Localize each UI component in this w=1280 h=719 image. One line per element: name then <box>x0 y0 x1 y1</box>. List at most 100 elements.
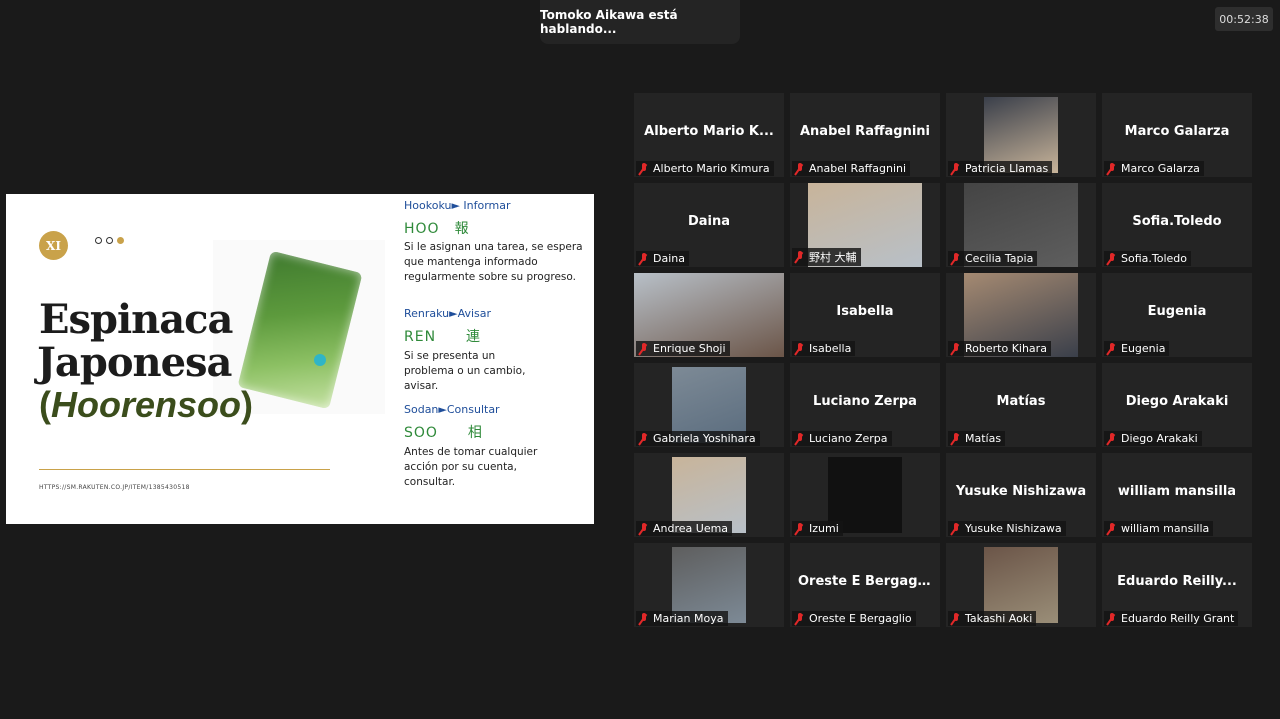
participant-name-label: Anabel Raffagnini <box>792 161 911 176</box>
participant-name: Takashi Aoki <box>965 612 1033 625</box>
section-hookoku: Hookoku► Informar HOO 報 Si le asignan un… <box>404 199 592 285</box>
participant-name: william mansilla <box>1121 522 1210 535</box>
participant-tile[interactable]: Anabel Raffagnini Anabel Raffagnini <box>790 93 940 177</box>
participant-name: Patricia Llamas <box>965 162 1049 175</box>
mic-muted-icon <box>1107 162 1117 175</box>
section-header: Sodan►Consultar <box>404 403 500 416</box>
participant-tile[interactable]: Luciano Zerpa Luciano Zerpa <box>790 363 940 447</box>
participant-name-large: Isabella <box>836 304 894 319</box>
participant-tile[interactable]: Eduardo Reilly... Eduardo Reilly Grant <box>1102 543 1252 627</box>
participant-name-label: Oreste E Bergaglio <box>792 611 916 626</box>
section-sodan: Sodan►Consultar SOO 相 Antes de tomar cua… <box>404 403 592 490</box>
participant-name-large: Daina <box>687 214 731 229</box>
mic-muted-icon <box>951 432 961 445</box>
section-header: Hookoku► Informar <box>404 199 511 212</box>
participant-name-large: Matías <box>996 394 1046 409</box>
meeting-timer: 00:52:38 <box>1215 7 1273 31</box>
section-kanji: SOO 相 <box>404 425 483 441</box>
participant-name-large: Eduardo Reilly... <box>1117 574 1237 589</box>
participant-tile[interactable]: Patricia Llamas <box>946 93 1096 177</box>
participant-name-label: Alberto Mario Kimura <box>636 161 774 176</box>
participant-name-label: Marco Galarza <box>1104 161 1204 176</box>
mic-muted-icon <box>1107 252 1117 265</box>
participant-name-label: Sofia.Toledo <box>1104 251 1191 266</box>
section-header: Renraku►Avisar <box>404 307 492 320</box>
participant-tile[interactable]: Izumi <box>790 453 940 537</box>
participant-tile[interactable]: Daina Daina <box>634 183 784 267</box>
participant-tile[interactable]: Isabella Isabella <box>790 273 940 357</box>
participant-name-label: Daina <box>636 251 689 266</box>
mic-muted-icon <box>795 612 805 625</box>
participant-gallery: Alberto Mario K... Alberto Mario Kimura An… <box>634 93 1252 627</box>
mic-muted-icon <box>639 342 649 355</box>
participant-tile[interactable]: Oreste E Bergag... Oreste E Bergaglio <box>790 543 940 627</box>
participant-name: Andrea Uema <box>653 522 729 535</box>
section-text: Si le asignan una tarea, se espera que m… <box>404 241 583 283</box>
participant-name: Alberto Mario Kimura <box>653 162 770 175</box>
mic-muted-icon <box>951 342 961 355</box>
mic-muted-icon <box>639 252 649 265</box>
title-word: Hoorensoo <box>51 384 242 425</box>
slide-source-url: HTTPS://SM.RAKUTEN.CO.JP/ITEM/1385430518 <box>39 484 190 491</box>
participant-tile[interactable]: william mansilla william mansilla <box>1102 453 1252 537</box>
participant-tile[interactable]: Marian Moya <box>634 543 784 627</box>
section-kanji: HOO 報 <box>404 221 470 237</box>
participant-name: Luciano Zerpa <box>809 432 888 445</box>
participant-tile[interactable]: Yusuke Nishizawa Yusuke Nishizawa <box>946 453 1096 537</box>
mic-muted-icon <box>1107 432 1117 445</box>
participant-name-large: Anabel Raffagnini <box>799 124 930 139</box>
section-kanji: REN 連 <box>404 329 482 345</box>
mic-muted-icon <box>639 432 649 445</box>
participant-name: Matías <box>965 432 1002 445</box>
participant-name: Gabriela Yoshihara <box>653 432 756 445</box>
participant-name-label: 野村 大輔 <box>792 248 861 266</box>
participant-name-label: Isabella <box>792 341 856 356</box>
mic-muted-icon <box>1107 612 1117 625</box>
participant-name: Yusuke Nishizawa <box>965 522 1062 535</box>
mic-muted-icon <box>1107 522 1117 535</box>
participant-tile[interactable]: Gabriela Yoshihara <box>634 363 784 447</box>
participant-name-label: Roberto Kihara <box>948 341 1051 356</box>
participant-name: Isabella <box>809 342 852 355</box>
participant-name-label: Patricia Llamas <box>948 161 1053 176</box>
participant-tile[interactable]: Sofia.Toledo Sofia.Toledo <box>1102 183 1252 267</box>
mic-muted-icon <box>795 522 805 535</box>
participant-name: Oreste E Bergaglio <box>809 612 912 625</box>
participant-tile[interactable]: Andrea Uema <box>634 453 784 537</box>
participant-name-label: Marian Moya <box>636 611 728 626</box>
participant-name: Enrique Shoji <box>653 342 726 355</box>
participant-tile[interactable]: Matías Matías <box>946 363 1096 447</box>
participant-tile[interactable]: Marco Galarza Marco Galarza <box>1102 93 1252 177</box>
mic-muted-icon <box>795 162 805 175</box>
participant-name: Diego Arakaki <box>1121 432 1198 445</box>
participant-name-large: Alberto Mario K... <box>644 124 774 139</box>
participant-name-label: Cecilia Tapia <box>948 251 1038 266</box>
participant-tile[interactable]: 野村 大輔 <box>790 183 940 267</box>
participant-name-large: Oreste E Bergag... <box>798 574 933 589</box>
participant-name-large: Marco Galarza <box>1124 124 1230 139</box>
mic-muted-icon <box>795 342 805 355</box>
participant-name-large: william mansilla <box>1117 484 1237 499</box>
participant-tile[interactable]: Alberto Mario K... Alberto Mario Kimura <box>634 93 784 177</box>
slide-title-line3: (Hoorensoo) <box>39 384 253 426</box>
participant-tile[interactable]: Cecilia Tapia <box>946 183 1096 267</box>
shared-screen-slide: XI Espinaca Japonesa (Hoorensoo) HTTPS:/… <box>6 194 594 524</box>
section-renraku: Renraku►Avisar REN 連 Si se presenta un p… <box>404 307 592 394</box>
participant-name-label: Izumi <box>792 521 843 536</box>
pointer-cursor-icon <box>314 354 326 366</box>
decorative-dots <box>95 237 124 244</box>
participant-name-large: Diego Arakaki <box>1125 394 1229 409</box>
participant-name-label: Gabriela Yoshihara <box>636 431 760 446</box>
mic-muted-icon <box>951 162 961 175</box>
participant-tile[interactable]: Takashi Aoki <box>946 543 1096 627</box>
participant-name-label: Yusuke Nishizawa <box>948 521 1066 536</box>
slide-number-badge: XI <box>39 231 68 260</box>
participant-tile[interactable]: Diego Arakaki Diego Arakaki <box>1102 363 1252 447</box>
divider <box>39 469 330 470</box>
participant-tile[interactable]: Enrique Shoji <box>634 273 784 357</box>
section-text: Si se presenta un problema o un cambio, … <box>404 350 526 392</box>
dot-icon <box>95 237 102 244</box>
participant-tile[interactable]: Eugenia Eugenia <box>1102 273 1252 357</box>
mic-muted-icon <box>951 522 961 535</box>
participant-tile[interactable]: Roberto Kihara <box>946 273 1096 357</box>
